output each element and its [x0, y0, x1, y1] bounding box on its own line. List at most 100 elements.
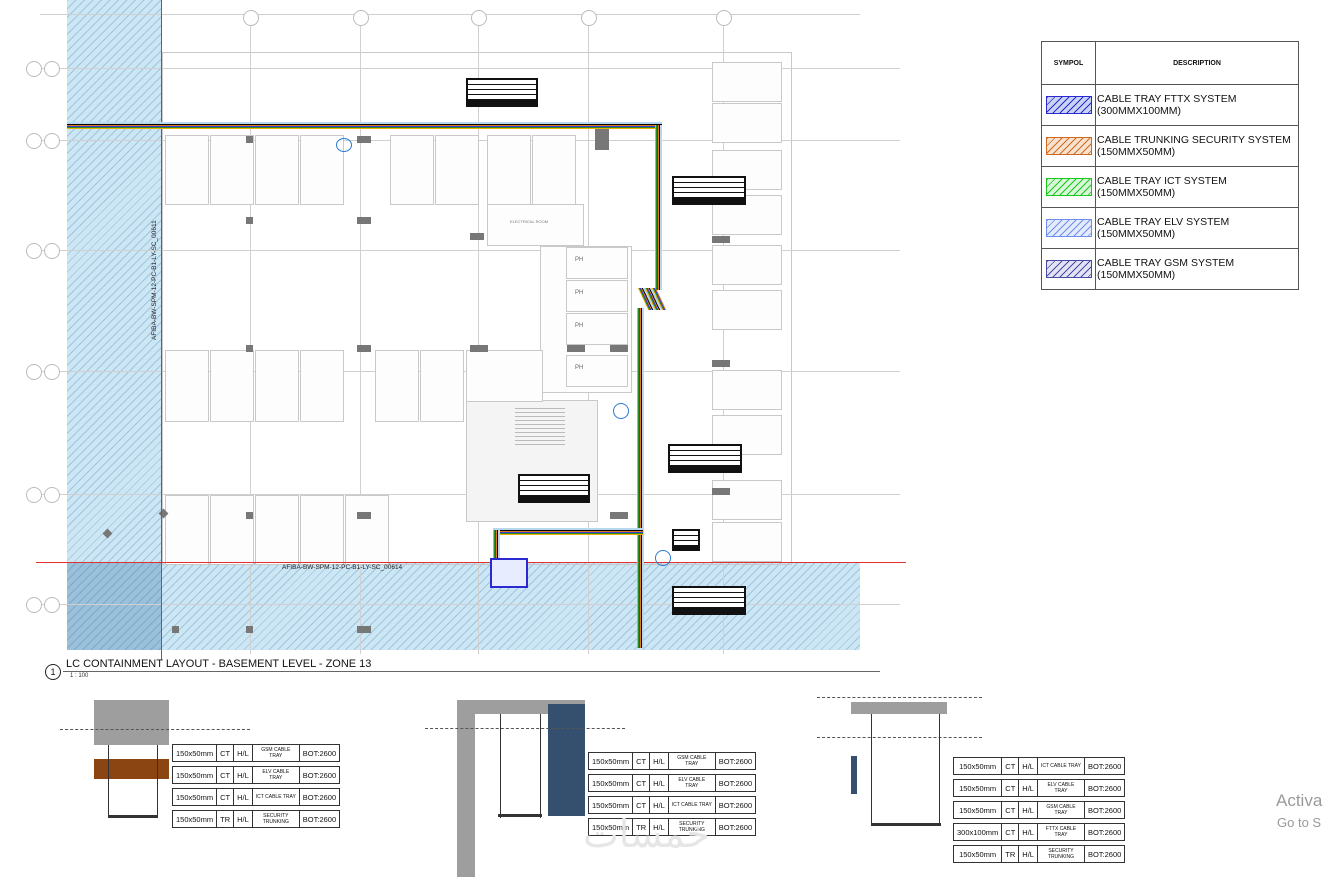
hanger-rod [939, 714, 940, 826]
cable-tray-node [490, 558, 528, 588]
column [712, 236, 730, 243]
parking-bay [712, 103, 782, 143]
legend-swatch-elv [1045, 219, 1092, 237]
ph-shaft [566, 355, 628, 387]
legend-row: CABLE TRAY FTTX SYSTEM (300MMX100MM) [1041, 84, 1299, 126]
floor-plan: ELECTRICAL ROOM PH PH PH PH AFIBA-BW-SPM… [0, 0, 906, 690]
section-row: 150x50mm TR H/L SECURITY TRUNKING BOT:2600 [171, 810, 341, 828]
riser-marker [655, 550, 671, 566]
section-row: 150x50mm CT H/L GSM CABLE TRAY BOT:2600 [171, 744, 341, 762]
parking-bay [255, 135, 299, 205]
grid-bubble [26, 487, 42, 503]
hanger-rod [871, 714, 872, 826]
legend-swatch-security [1045, 137, 1092, 155]
cable-tray-run-drop [655, 125, 662, 290]
parking-bay [300, 495, 344, 565]
tray-label-tag [672, 176, 746, 205]
level-line [60, 729, 250, 730]
section-row: 150x50mm CT H/L GSM CABLE TRAY BOT:2600 [952, 801, 1126, 819]
wall [457, 700, 475, 877]
grid-bubble [44, 487, 60, 503]
column [357, 217, 371, 224]
column [610, 345, 628, 352]
view-title-underline [63, 671, 880, 672]
hanger-rod [500, 714, 501, 818]
parking-bay [712, 480, 782, 520]
parking-bay [210, 135, 254, 205]
view-title: LC CONTAINMENT LAYOUT - BASEMENT LEVEL -… [66, 658, 372, 670]
legend-desc: CABLE TRAY FTTX SYSTEM (300MMX100MM) [1095, 84, 1299, 126]
parking-bay [210, 350, 254, 422]
section-3-table: 150x50mm CT H/L ICT CABLE TRAY BOT:2600 150x… [952, 757, 1126, 863]
legend-table: SYMPOL DESCRIPTION CABLE TRAY FTTX SYSTE… [1041, 41, 1299, 290]
grid-bubble [26, 597, 42, 613]
hanger-rod [540, 714, 541, 818]
grid-bubble [353, 10, 369, 26]
view-scale: 1 : 100 [70, 673, 89, 679]
parking-bay [345, 495, 389, 565]
hanger-rod [108, 745, 109, 817]
ph-label: PH [575, 257, 584, 263]
cable-tray-run-riser [637, 308, 644, 648]
tray-label-tag [518, 474, 590, 503]
legend-desc: CABLE TRAY ELV SYSTEM (150MMX50MM) [1095, 207, 1299, 249]
legend-desc: CABLE TRUNKING SECURITY SYSTEM (150MMX50M… [1095, 125, 1299, 167]
parking-bay [390, 135, 434, 205]
column [246, 136, 253, 143]
grid-line-f [40, 604, 900, 605]
grid-bubble [26, 243, 42, 259]
legend-swatch-ict [1045, 178, 1092, 196]
column [610, 512, 628, 519]
parking-bay [712, 245, 782, 285]
beam [851, 702, 947, 714]
legend-row: CABLE TRUNKING SECURITY SYSTEM (150MMX50M… [1041, 125, 1299, 167]
parking-bay [420, 350, 464, 422]
column [712, 488, 730, 495]
ph-label: PH [575, 290, 584, 296]
view-tag-vertical: AFIBA-BW-SPM-12-PC-B1-LY-SC_00611 [151, 220, 158, 340]
section-row: 150x50mm CT H/L GSM CABLE TRAY BOT:2600 [587, 752, 757, 770]
grid-bubble [44, 61, 60, 77]
activate-windows-title: Activa [1276, 791, 1323, 810]
hanger-rod [157, 745, 158, 817]
column [172, 626, 179, 633]
grid-line-v3 [478, 14, 479, 654]
legend-row: CABLE TRAY ELV SYSTEM (150MMX50MM) [1041, 207, 1299, 249]
activate-windows-subtitle: Go to S [1277, 815, 1322, 830]
grid-bubble [471, 10, 487, 26]
watermark-logo: خمسات [583, 812, 710, 856]
electrical-room [487, 204, 584, 246]
legend-row: CABLE TRAY ICT SYSTEM (150MMX50MM) [1041, 166, 1299, 208]
grid-bubble [44, 597, 60, 613]
grid-bubble [716, 10, 732, 26]
section-row: 150x50mm CT H/L ELV CABLE TRAY BOT:2600 [952, 779, 1126, 797]
grid-bubble [44, 243, 60, 259]
column [357, 136, 371, 143]
parking-bay [712, 62, 782, 102]
section-row: 300x100mm CT H/L FTTX CABLE TRAY BOT:2600 [952, 823, 1126, 841]
column [357, 626, 371, 633]
parking-bay [255, 495, 299, 565]
hatched-zone-left [67, 0, 162, 650]
dark-hatch-corner [67, 563, 162, 650]
parking-bay [712, 370, 782, 410]
section-row: 150x50mm CT H/L ICT CABLE TRAY BOT:2600 [171, 788, 341, 806]
legend-row: CABLE TRAY GSM SYSTEM (150MMX50MM) [1041, 248, 1299, 290]
parking-bay [165, 495, 209, 565]
section-row: 150x50mm CT H/L ELV CABLE TRAY BOT:2600 [171, 766, 341, 784]
grid-bubble [581, 10, 597, 26]
ceiling-slab [94, 700, 169, 745]
stairs [515, 405, 565, 445]
parking-bay [255, 350, 299, 422]
grid-bubble [44, 364, 60, 380]
parking-bay [712, 522, 782, 562]
parking-bay [435, 135, 479, 205]
parking-bay [165, 350, 209, 422]
core-room-lower [466, 350, 543, 402]
level-line [817, 737, 982, 738]
section-row: 150x50mm CT H/L ICT CABLE TRAY BOT:2600 [587, 796, 757, 814]
cable-tray-run-top [67, 122, 662, 129]
column [246, 217, 253, 224]
column [470, 345, 488, 352]
view-tag-horizontal: AFIBA-BW-SPM-12-PC-B1-LY-SC_00614 [282, 564, 403, 571]
